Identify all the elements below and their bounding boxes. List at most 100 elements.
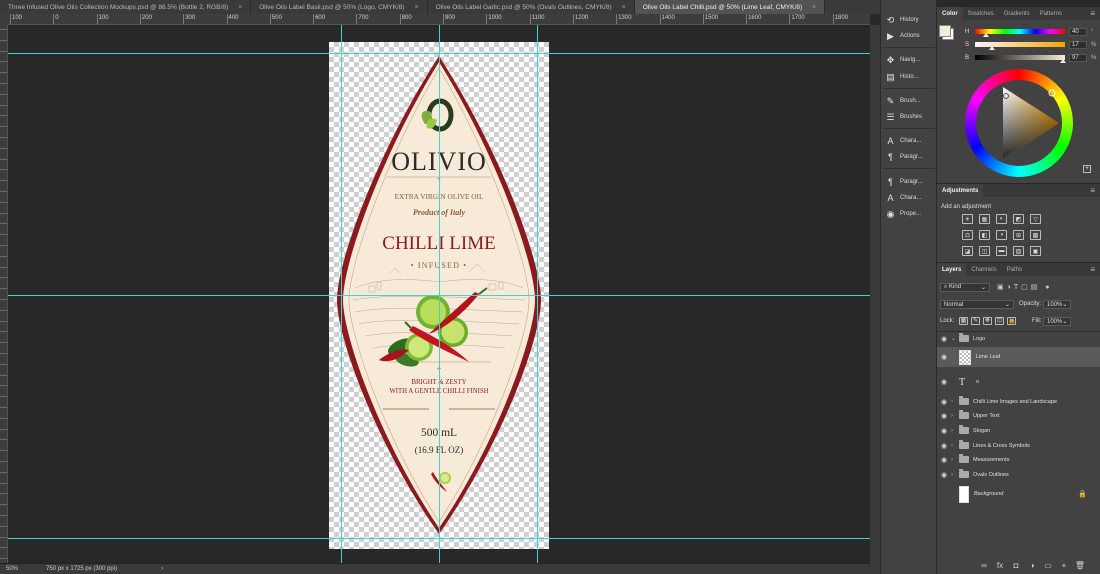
visibility-eye-icon[interactable]: ◉ [937, 353, 951, 361]
layer-filter-kind[interactable]: ⌕ Kind ⌄ [940, 283, 990, 292]
layer-row[interactable]: ◉ ⌄ Logo [937, 331, 1100, 346]
brightness-contrast-icon[interactable]: ☀ [962, 214, 973, 224]
opacity-input[interactable]: 100% ⌄ [1043, 300, 1071, 309]
visibility-eye-icon[interactable]: ◉ [937, 427, 951, 435]
panel-properties[interactable]: ◉ Prope... [885, 207, 921, 221]
layer-row[interactable]: ◉ › Chilli Lime Images and Landscape [937, 394, 1100, 409]
document-tab[interactable]: Olive Oils Label Basil.psd @ 50% (Logo, … [251, 0, 428, 14]
layer-filter-icons[interactable]: ▣◑T▢▤ ● [997, 283, 1053, 291]
lock-transparent-icon[interactable]: ▦ [959, 317, 968, 325]
foreground-color-swatch[interactable] [939, 25, 951, 37]
saturation-triangle[interactable] [965, 69, 1073, 177]
vertical-scrollbar[interactable] [870, 25, 880, 574]
close-icon[interactable]: × [622, 4, 626, 11]
lock-all-icon[interactable]: 🔒 [1007, 317, 1016, 325]
visibility-eye-icon[interactable]: ◉ [937, 398, 951, 406]
guide-line[interactable] [537, 25, 538, 563]
panel-brushes[interactable]: ☰ Brushes [885, 110, 922, 124]
panel-menu-icon[interactable]: ≡ [1090, 263, 1100, 276]
photo-filter-icon[interactable]: ⊞ [1013, 230, 1024, 240]
hue-track[interactable] [975, 29, 1065, 37]
exposure-icon[interactable]: ◩ [1013, 214, 1024, 224]
lock-position-icon[interactable]: ✥ [983, 317, 992, 325]
tab-adjustments[interactable]: Adjustments [937, 184, 984, 197]
document-tab[interactable]: Three Infused Olive Oils Collection Mock… [0, 0, 252, 14]
lock-image-icon[interactable]: ✎ [971, 317, 980, 325]
ruler-corner[interactable] [0, 14, 8, 25]
panel-brush-settings[interactable]: ✎ Brush... [885, 94, 921, 108]
brightness-value[interactable]: 97 [1069, 53, 1087, 62]
canvas-area[interactable]: + + [8, 25, 870, 563]
chevron-right-icon[interactable]: › [951, 443, 959, 449]
invert-icon[interactable]: ◪ [962, 246, 973, 256]
layer-style-icon[interactable]: fx [993, 561, 1007, 570]
chevron-right-icon[interactable]: › [951, 457, 959, 463]
hue-saturation-icon[interactable]: ◧ [979, 230, 990, 240]
visibility-eye-icon[interactable]: ◉ [937, 335, 951, 343]
posterize-icon[interactable]: ◫ [979, 246, 990, 256]
layer-row[interactable]: ◉ › Ovals Outlines [937, 467, 1100, 482]
saturation-value[interactable]: 17 [1069, 40, 1087, 49]
adjustment-layer-icon[interactable]: ◑ [1025, 561, 1039, 570]
tab-channels[interactable]: Channels [966, 263, 1001, 276]
panel-histogram[interactable]: ▤ Histo... [885, 70, 918, 84]
panel-paragraph-styles[interactable]: ¶ Paragr... [885, 175, 923, 189]
chevron-right-icon[interactable]: › [951, 472, 959, 478]
saturation-track[interactable] [975, 42, 1065, 50]
zoom-level[interactable]: 50% [6, 566, 18, 572]
panel-actions[interactable]: ▶ Actions [885, 29, 920, 43]
tab-swatches[interactable]: Swatches [963, 7, 999, 20]
new-group-icon[interactable]: ▭ [1041, 561, 1055, 570]
vertical-ruler[interactable] [0, 25, 8, 563]
blend-mode-select[interactable]: Normal ⌄ [940, 300, 1014, 309]
color-lookup-icon[interactable]: ▩ [1030, 230, 1041, 240]
fill-input[interactable]: 100% ⌄ [1043, 317, 1071, 326]
panel-character[interactable]: A Chara... [885, 134, 921, 148]
guide-line[interactable] [439, 25, 440, 563]
vibrance-icon[interactable]: ▽ [1030, 214, 1041, 224]
tab-patterns[interactable]: Patterns [1035, 7, 1067, 20]
close-icon[interactable]: × [415, 4, 419, 11]
brightness-track[interactable] [975, 55, 1066, 63]
visibility-eye-icon[interactable]: ◉ [937, 442, 951, 450]
panel-navigator[interactable]: ✥ Navig... [885, 53, 921, 67]
levels-icon[interactable]: ▦ [979, 214, 990, 224]
color-wheel[interactable] [965, 69, 1073, 177]
visibility-eye-icon[interactable]: ◉ [937, 412, 951, 420]
tab-color[interactable]: Color [937, 7, 963, 20]
curves-icon[interactable]: ◐ [996, 214, 1007, 224]
saturation-slider[interactable]: S 17 % [965, 40, 1097, 50]
link-layers-icon[interactable]: ∞ [977, 561, 991, 570]
layer-mask-icon[interactable]: ◘ [1009, 561, 1023, 570]
brightness-slider[interactable]: B 97 % [965, 53, 1097, 63]
guide-line[interactable] [341, 25, 342, 563]
chevron-down-icon[interactable]: ⌄ [951, 335, 959, 342]
panel-paragraph[interactable]: ¶ Paragr... [885, 150, 923, 164]
close-icon[interactable]: × [238, 4, 242, 11]
panel-character-styles[interactable]: A Chara... [885, 191, 921, 205]
lock-artboard-icon[interactable]: ⊡ [995, 317, 1004, 325]
layer-row[interactable]: ◉ › Slogan [937, 423, 1100, 438]
layer-row[interactable]: ◌ Background 🔒 [937, 484, 1100, 504]
panel-menu-icon[interactable]: ≡ [1090, 7, 1100, 20]
delete-layer-icon[interactable]: 🗑 [1073, 561, 1087, 570]
tab-gradients[interactable]: Gradients [999, 7, 1035, 20]
chevron-right-icon[interactable]: › [951, 413, 959, 419]
visibility-eye-icon[interactable]: ◌ [937, 491, 951, 498]
visibility-eye-icon[interactable]: ◉ [937, 471, 951, 479]
selective-color-icon[interactable]: ▣ [1030, 246, 1041, 256]
slider-knob[interactable] [1060, 59, 1066, 63]
tab-layers[interactable]: Layers [937, 263, 967, 276]
document-tab-active[interactable]: Olive Oils Label Chilli.psd @ 50% (Lime … [634, 0, 826, 14]
layer-row[interactable]: ◉ › Lines & Cross Symbols [937, 438, 1100, 453]
black-white-icon[interactable]: ◑ [996, 230, 1007, 240]
panel-history[interactable]: ⟲ History [885, 13, 919, 27]
add-color-icon[interactable]: + [1083, 165, 1091, 173]
color-balance-icon[interactable]: ⚖ [962, 230, 973, 240]
slider-knob[interactable] [989, 46, 995, 50]
threshold-icon[interactable]: ▬ [996, 246, 1007, 256]
layer-row[interactable]: ◉ › Measurements [937, 452, 1100, 467]
horizontal-ruler[interactable]: 100 0 100 200 300 400 500 600 700 800 900 1000 1100 1… [8, 14, 870, 25]
layer-row-selected[interactable]: ◉ Lime Leaf [937, 347, 1100, 367]
document-tab[interactable]: Olive Oils Label Garlic.psd @ 50% (Ovals… [428, 0, 635, 14]
